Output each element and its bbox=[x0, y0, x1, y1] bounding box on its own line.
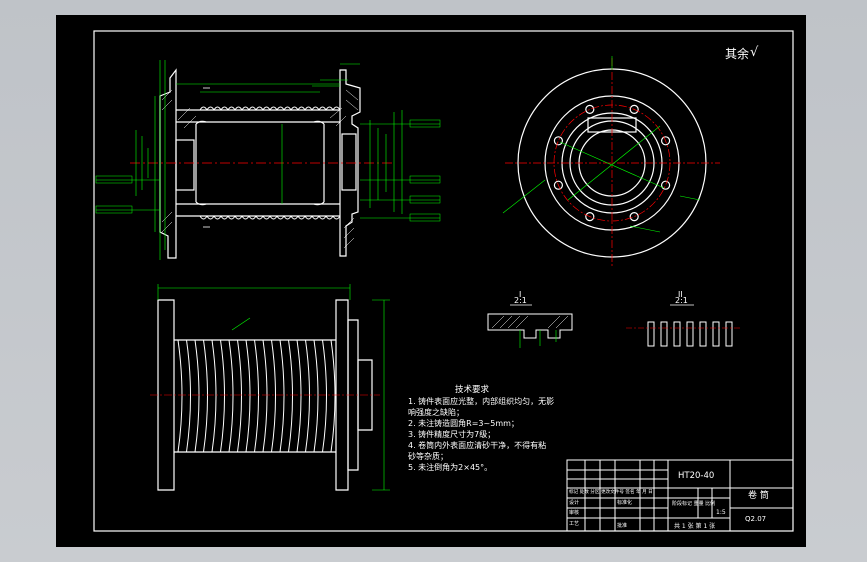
detail-II-scale: 2:1 bbox=[675, 296, 688, 305]
tooth bbox=[647, 321, 655, 347]
tech-line-2: 响强度之缺陷； bbox=[408, 407, 464, 417]
tooth bbox=[725, 321, 733, 347]
designer-label: 设计 bbox=[569, 499, 579, 506]
rope-turn bbox=[194, 339, 200, 453]
other-surfaces-mark: 其余 bbox=[725, 46, 749, 61]
tech-line-1: 1. 铸件表面应光整，内部组织均匀，无影 bbox=[408, 396, 554, 406]
rope-grooves-top bbox=[199, 106, 341, 111]
detail-I: I 2:1 bbox=[487, 290, 573, 348]
bolt-hole bbox=[660, 180, 671, 190]
bolt-hole bbox=[585, 104, 595, 115]
dimension-lines bbox=[96, 60, 440, 260]
hatch-left bbox=[161, 89, 359, 249]
surface-roughness-symbol: √ bbox=[750, 45, 759, 60]
tooth bbox=[699, 321, 707, 347]
part-name-text: 卷 筒 bbox=[748, 489, 769, 501]
rope-turn bbox=[177, 339, 183, 453]
material-text: HT20-40 bbox=[678, 471, 714, 481]
rope-turn bbox=[254, 339, 259, 453]
rope-grooves-bottom bbox=[199, 215, 341, 220]
rope-turn bbox=[330, 339, 336, 453]
rope-turn bbox=[305, 339, 310, 453]
drawing-no-text: Q2.07 bbox=[745, 515, 766, 523]
rope-turn bbox=[186, 339, 191, 453]
dimension-texts bbox=[95, 87, 441, 228]
bolt-hole bbox=[553, 136, 564, 146]
tech-line-6: 砂等杂质； bbox=[408, 451, 448, 461]
tooth bbox=[712, 321, 720, 347]
rope-turn bbox=[313, 339, 319, 453]
tooth bbox=[686, 321, 694, 347]
stage-header-text: 阶段标记 重量 比例 bbox=[672, 500, 715, 507]
rope-turn bbox=[203, 339, 208, 453]
section-view bbox=[159, 68, 361, 259]
tech-title: 技术要求 bbox=[455, 384, 490, 395]
rope-turn bbox=[228, 339, 234, 453]
rope-turn bbox=[322, 339, 327, 453]
end-view-dimensions bbox=[502, 56, 701, 233]
review-label: 审核 bbox=[569, 509, 579, 516]
approve-label: 批准 bbox=[617, 522, 627, 529]
rope-turn bbox=[271, 339, 276, 453]
standard-label: 标准化 bbox=[617, 499, 632, 506]
bolt-hole bbox=[629, 212, 639, 222]
tech-line-7: 5. 未注倒角为2×45°。 bbox=[408, 462, 492, 472]
detail-I-scale: 2:1 bbox=[514, 296, 527, 305]
cad-drawing: I 2:1 II 2:1 其余 √ 技术要求 1. 铸件表面应光整，内部组织均匀… bbox=[93, 30, 794, 532]
rope-turn bbox=[245, 339, 251, 453]
end-view-centerlines bbox=[505, 58, 720, 268]
technical-requirements: 技术要求 1. 铸件表面应光整，内部组织均匀，无影 响强度之缺陷； 2. 未注铸… bbox=[408, 384, 554, 472]
tooth bbox=[660, 321, 668, 347]
rope-turn bbox=[237, 339, 242, 453]
rope-turn bbox=[288, 339, 293, 453]
process-label: 工艺 bbox=[569, 521, 579, 527]
rope-turn bbox=[279, 339, 285, 453]
scale-text: 1:5 bbox=[716, 509, 726, 516]
tech-line-4: 3. 铸件精度尺寸为7级； bbox=[408, 429, 495, 439]
rope-turn bbox=[262, 339, 268, 453]
revision-row-text: 标记 处数 分区 更改文件号 签名 年 月 日 bbox=[569, 488, 653, 495]
rope-winding bbox=[177, 339, 336, 453]
tech-line-5: 4. 卷筒内外表面应清砂干净，不得有粘 bbox=[408, 440, 546, 450]
rope-turn bbox=[211, 339, 217, 453]
title-block-text: HT20-40 卷 筒 1:5 Q2.07 共 1 张 第 1 张 标记 处数 … bbox=[569, 471, 769, 530]
tooth bbox=[673, 321, 681, 347]
detail-II: II 2:1 bbox=[626, 290, 740, 347]
external-dimensions bbox=[157, 284, 390, 491]
rope-turn bbox=[220, 339, 225, 453]
sheet-info-text: 共 1 张 第 1 张 bbox=[674, 522, 715, 530]
rope-turn bbox=[296, 339, 302, 453]
tech-line-3: 2. 未注铸造圆角R=3~5mm； bbox=[408, 418, 519, 428]
